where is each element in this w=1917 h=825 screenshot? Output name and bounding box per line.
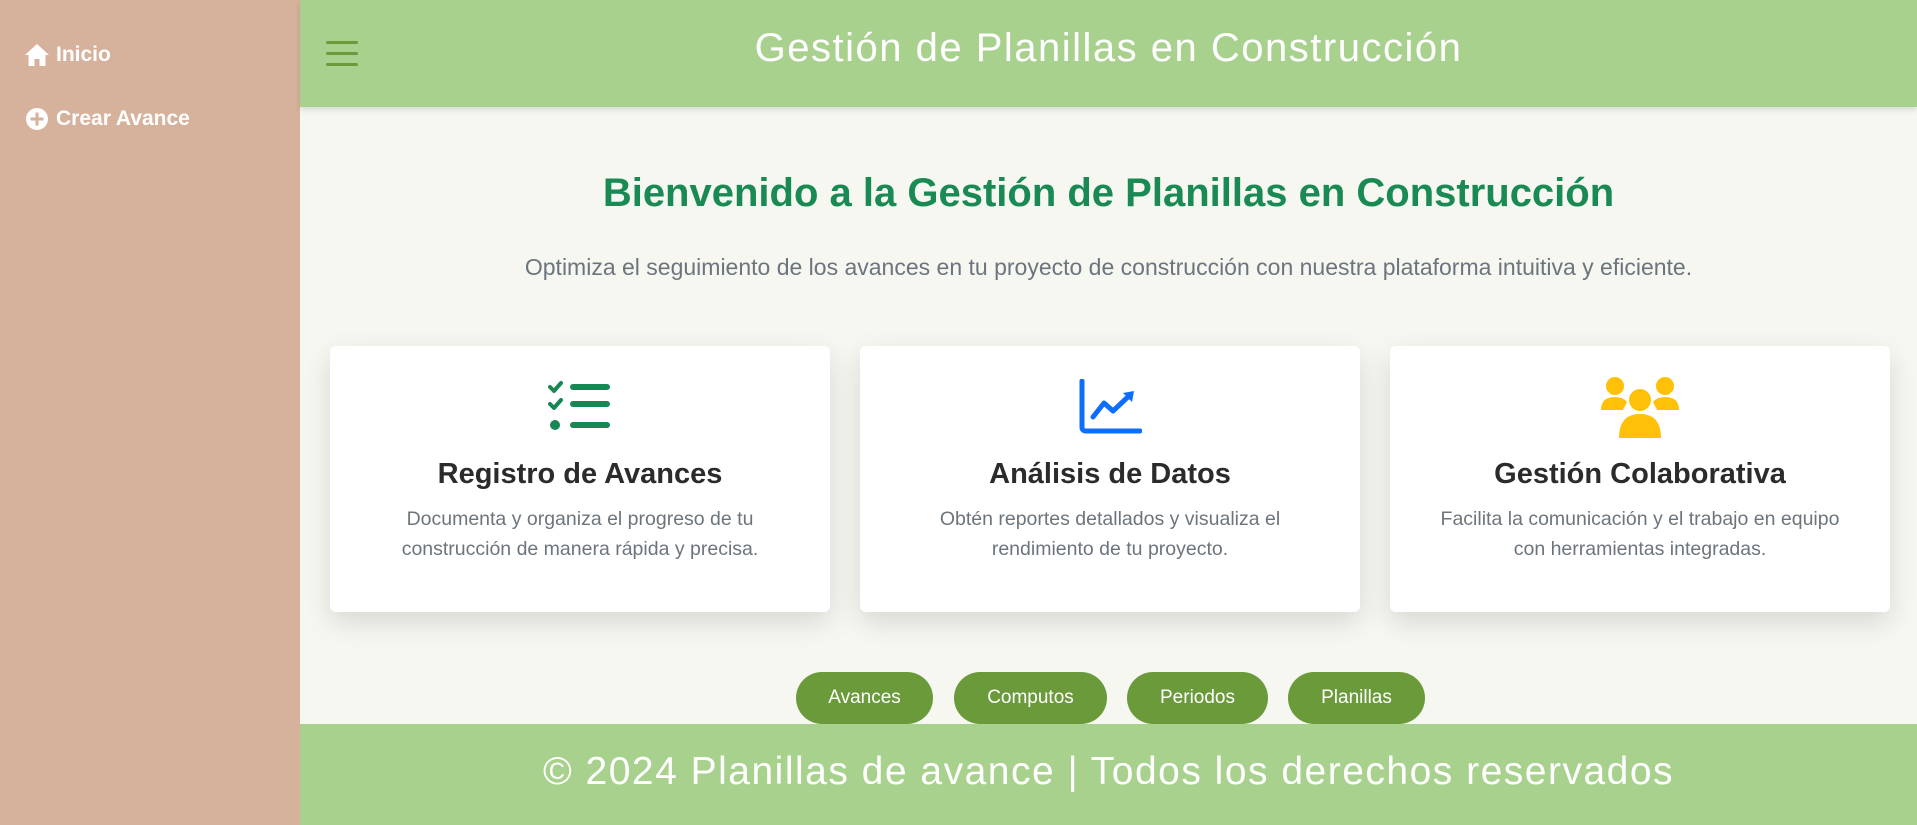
card-title: Análisis de Datos bbox=[989, 458, 1231, 490]
main-content: Gestión de Planillas en Construcción Bie… bbox=[300, 0, 1917, 825]
feature-card-analisis: Análisis de Datos Obtén reportes detalla… bbox=[860, 346, 1360, 612]
card-description: Obtén reportes detallados y visualiza el… bbox=[939, 508, 1281, 560]
card-title: Registro de Avances bbox=[437, 458, 723, 490]
sidebar-item-label: Crear Avance bbox=[56, 107, 190, 130]
welcome-subtitle: Optimiza el seguimiento de los avances e… bbox=[524, 254, 1693, 280]
page-title: Gestión de Planillas en Construcción bbox=[754, 26, 1463, 70]
footer: © 2024 Planillas de avance | Todos los d… bbox=[300, 724, 1917, 825]
planillas-button[interactable]: Planillas bbox=[1288, 672, 1425, 724]
sidebar: Inicio Crear Avance bbox=[0, 0, 300, 825]
line-chart-icon bbox=[860, 376, 1360, 438]
feature-card-registro: Registro de Avances Documenta y organiza… bbox=[330, 346, 830, 612]
sidebar-item-label: Inicio bbox=[56, 43, 111, 66]
welcome-heading: Bienvenido a la Gestión de Planillas en … bbox=[602, 171, 1615, 215]
feature-card-gestion: Gestión Colaborativa Facilita la comunic… bbox=[1390, 346, 1890, 612]
footer-text: © 2024 Planillas de avance | Todos los d… bbox=[542, 750, 1675, 793]
header: Gestión de Planillas en Construcción bbox=[300, 0, 1917, 107]
avances-button[interactable]: Avances bbox=[796, 672, 933, 724]
sidebar-item-inicio[interactable]: Inicio bbox=[24, 42, 111, 68]
plus-circle-icon bbox=[24, 106, 50, 132]
periodos-button[interactable]: Periodos bbox=[1127, 672, 1268, 724]
checklist-icon bbox=[330, 376, 830, 438]
computos-button[interactable]: Computos bbox=[954, 672, 1107, 724]
home-icon bbox=[24, 42, 50, 68]
card-description: Documenta y organiza el progreso de tu c… bbox=[401, 508, 759, 560]
people-group-icon bbox=[1390, 376, 1890, 438]
card-title: Gestión Colaborativa bbox=[1494, 458, 1786, 490]
sidebar-item-crear-avance[interactable]: Crear Avance bbox=[24, 106, 190, 132]
card-description: Facilita la comunicación y el trabajo en… bbox=[1440, 508, 1840, 560]
